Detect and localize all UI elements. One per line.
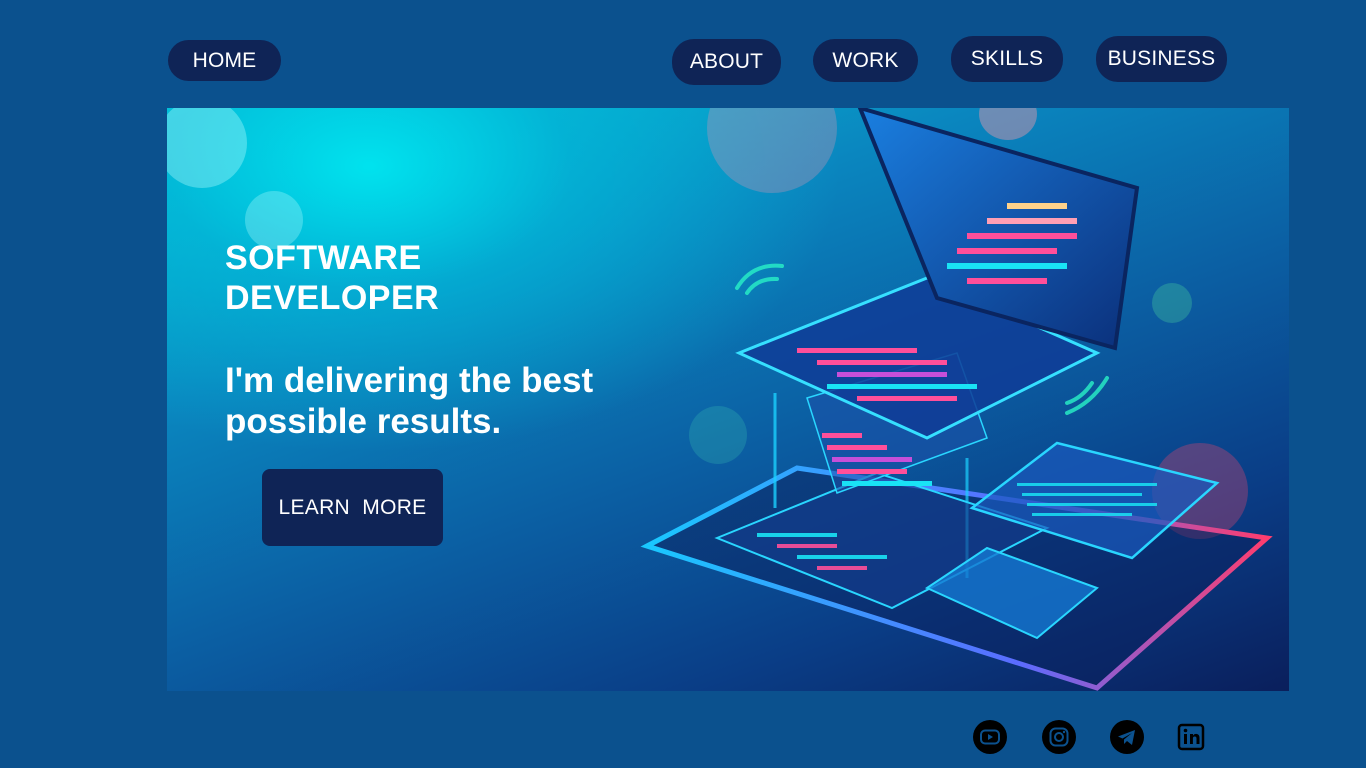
instagram-icon[interactable] xyxy=(1041,719,1077,755)
telegram-icon[interactable] xyxy=(1109,719,1145,755)
hero-subtitle-line: possible results. xyxy=(225,402,502,441)
hero-banner: SOFTWARE DEVELOPER I'm delivering the be… xyxy=(167,108,1289,691)
learn-more-button[interactable]: LEARN MORE xyxy=(262,469,443,546)
nav-business-button[interactable]: BUSINESS xyxy=(1096,36,1227,82)
hero-title-line: DEVELOPER xyxy=(225,279,440,317)
nav-about-button[interactable]: ABOUT xyxy=(672,39,781,85)
hero-subtitle-line: I'm delivering the best xyxy=(225,361,594,400)
hero-title-line: SOFTWARE xyxy=(225,239,422,277)
nav-home-button[interactable]: HOME xyxy=(168,40,281,81)
isometric-laptop-code-illustration xyxy=(640,108,1273,691)
linkedin-icon[interactable] xyxy=(1174,719,1210,755)
hero-subtitle: I'm delivering the best possible results… xyxy=(225,360,645,442)
hero-title: SOFTWARE DEVELOPER xyxy=(225,238,525,318)
bokeh-decoration xyxy=(167,108,247,188)
youtube-icon[interactable] xyxy=(972,719,1008,755)
nav-skills-button[interactable]: SKILLS xyxy=(951,36,1063,82)
nav-work-button[interactable]: WORK xyxy=(813,39,918,82)
